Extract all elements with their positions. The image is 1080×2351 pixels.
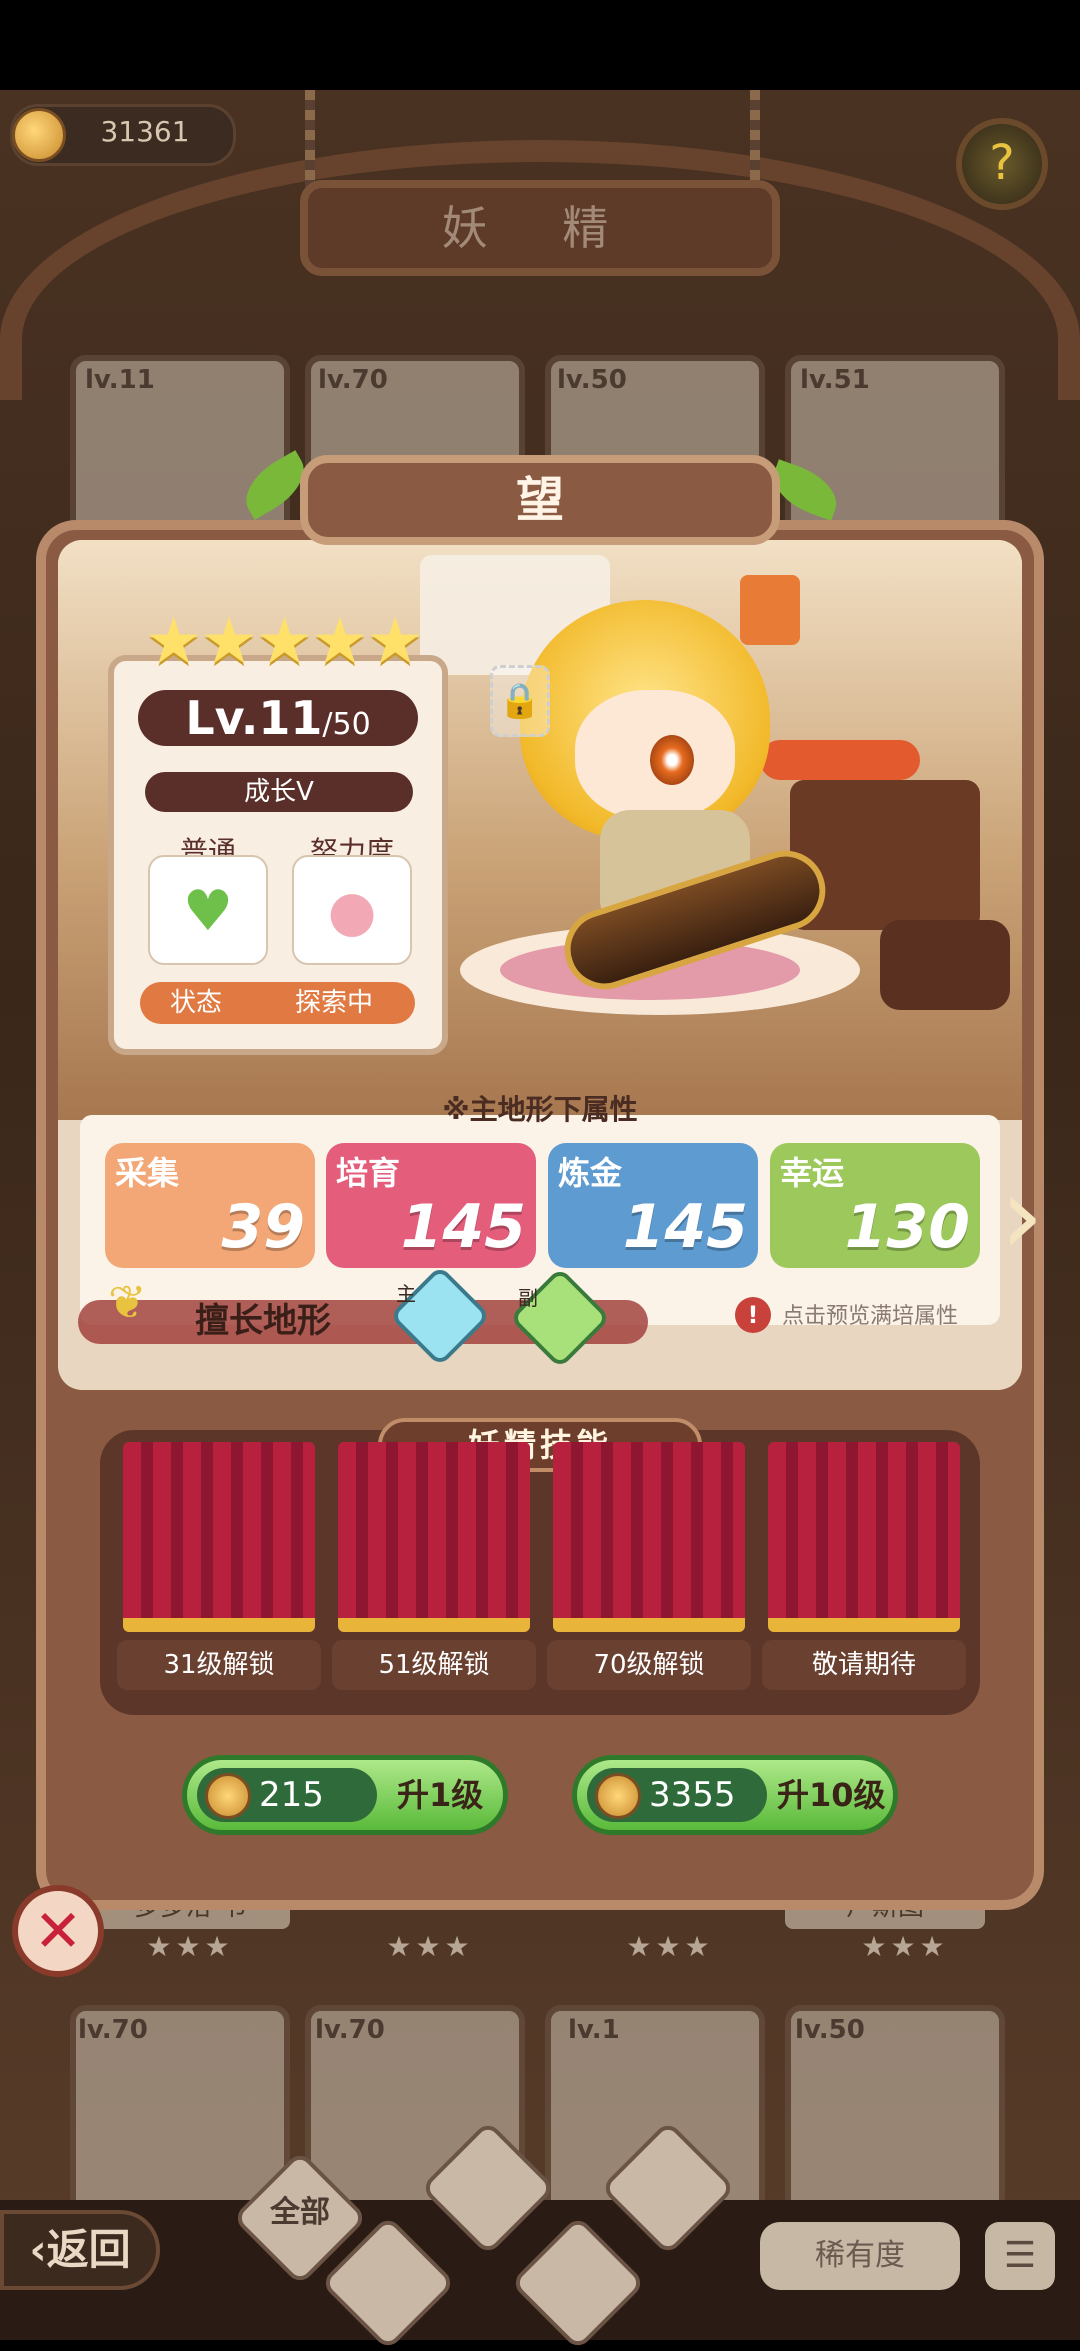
rarity-stars: ★★★★★ — [145, 605, 424, 679]
fairy-card-level: lv.50 — [557, 365, 627, 395]
stool-decoration — [880, 920, 1010, 1010]
level-display: Lv.11/50 — [138, 690, 418, 746]
preview-hint-link[interactable]: 点击预览满培属性 — [782, 1297, 1072, 1337]
upgrade-cost-pill: 215 — [197, 1768, 377, 1822]
coin-icon — [595, 1773, 641, 1819]
fairy-name: 望 — [515, 472, 564, 528]
upgrade-label: 升10级 — [777, 1776, 886, 1814]
pig-face-icon: ● — [292, 855, 412, 965]
info-icon[interactable]: ! — [735, 1297, 771, 1333]
terrain-label: 擅长地形 — [195, 1301, 331, 1341]
close-button[interactable]: ✕ — [12, 1885, 104, 1977]
skill-unlock-label: 31级解锁 — [117, 1640, 321, 1690]
fairy-card-level: lv.70 — [315, 2015, 385, 2045]
fairy-card-stars: ★★★ — [861, 1930, 949, 1963]
attribute-section-title: ※主地形下属性 — [442, 1093, 638, 1126]
coin-value: 31361 — [100, 115, 190, 148]
attribute-label: 培育 — [336, 1154, 401, 1192]
fairy-card-stars: ★★★ — [626, 1930, 714, 1963]
coin-icon — [205, 1773, 251, 1819]
growth-badge: 成长V — [145, 772, 413, 812]
attribute-value: 130 — [844, 1192, 970, 1262]
fairy-card-level: lv.50 — [795, 2015, 865, 2045]
rarity-sort-button[interactable]: 稀有度 — [760, 2222, 960, 2290]
fairy-card-level: lv.1 — [568, 2015, 620, 2045]
carrot-decoration — [760, 740, 920, 780]
skill-slot-locked[interactable] — [553, 1442, 745, 1632]
next-arrow-icon[interactable]: › — [1000, 1160, 1070, 1275]
attribute-value: 145 — [400, 1192, 526, 1262]
status-value: 探索中 — [295, 988, 374, 1018]
chevron-left-icon: ‹ — [29, 2225, 47, 2274]
fairy-card-stars: ★★★ — [386, 1930, 474, 1963]
level-max: /50 — [322, 707, 371, 742]
help-button[interactable]: ? — [956, 118, 1048, 210]
back-label: 返回 — [46, 2225, 131, 2274]
back-button[interactable]: ‹返回 — [0, 2210, 160, 2290]
upgrade-cost-pill: 3355 — [587, 1768, 767, 1822]
skill-unlock-label: 70级解锁 — [547, 1640, 751, 1690]
upgrade-label: 升1级 — [397, 1776, 484, 1814]
level-value: Lv.11 — [185, 691, 323, 745]
upgrade-cost: 3355 — [649, 1775, 736, 1815]
sort-icon[interactable]: ☰ — [985, 2222, 1055, 2290]
fairy-card-level: lv.70 — [318, 365, 388, 395]
attribute-label: 采集 — [115, 1154, 180, 1192]
fairy-card-stars: ★★★ — [146, 1930, 234, 1963]
coin-icon — [12, 108, 66, 162]
fairy-card-level: lv.70 — [78, 2015, 148, 2045]
attribute-label: 炼金 — [558, 1154, 623, 1192]
page-title: 妖 精 — [441, 201, 639, 255]
heart-icon: ♥ — [148, 855, 268, 965]
skill-unlock-label: 51级解锁 — [332, 1640, 536, 1690]
fairy-card-level: lv.11 — [85, 365, 155, 395]
upgrade-cost: 215 — [259, 1775, 324, 1815]
attribute-value: 145 — [622, 1192, 748, 1262]
sprout-icon: ❦ — [108, 1275, 147, 1329]
upgrade-10-level-button[interactable]: 3355 升10级 — [572, 1755, 898, 1835]
upgrade-1-level-button[interactable]: 215 升1级 — [182, 1755, 508, 1835]
skill-slot-locked[interactable] — [338, 1442, 530, 1632]
status-pill: 状态 探索中 — [140, 982, 415, 1024]
attribute-label: 幸运 — [780, 1154, 845, 1192]
potted-plant — [740, 575, 800, 645]
status-label: 状态 — [170, 988, 223, 1018]
attribute-value: 39 — [221, 1192, 306, 1262]
filter-all-label: 全部 — [270, 2195, 330, 2230]
skill-unlock-label: 敬请期待 — [762, 1640, 966, 1690]
fairy-character-eye — [650, 735, 694, 785]
skill-slot-locked[interactable] — [123, 1442, 315, 1632]
sub-terrain-tag: 副 — [518, 1286, 538, 1310]
main-terrain-tag: 主 — [396, 1282, 416, 1306]
lock-button[interactable]: 🔒 — [490, 665, 550, 737]
skill-slot-locked[interactable] — [768, 1442, 960, 1632]
fairy-card-level: lv.51 — [800, 365, 870, 395]
